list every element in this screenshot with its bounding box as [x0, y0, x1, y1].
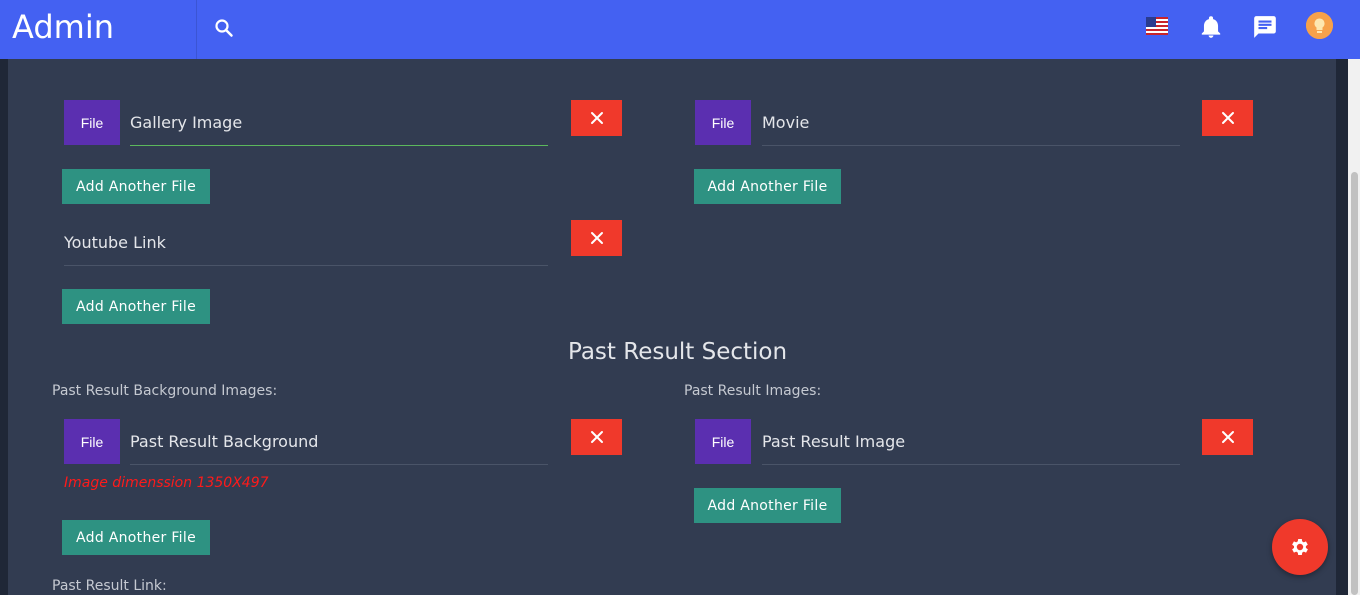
youtube-delete-button[interactable]: [571, 220, 622, 256]
scrollbar-thumb[interactable]: [1351, 172, 1358, 595]
search-icon[interactable]: [212, 16, 236, 40]
past-result-image-field[interactable]: Past Result Image: [762, 419, 1180, 465]
youtube-add-file-button[interactable]: Add Another File: [62, 289, 210, 324]
close-icon: [590, 232, 603, 244]
past-result-background-label: Past Result Background Images:: [52, 383, 278, 399]
gallery-delete-button[interactable]: [571, 100, 622, 136]
settings-fab-button[interactable]: [1272, 519, 1328, 575]
close-icon: [590, 112, 603, 124]
brand-divider: [196, 0, 197, 59]
movie-file-button[interactable]: File: [695, 100, 751, 145]
movie-delete-button[interactable]: [1202, 100, 1253, 136]
top-navbar: Admin: [0, 0, 1360, 59]
close-icon: [590, 431, 603, 443]
bell-icon[interactable]: [1198, 14, 1224, 40]
past-result-image-delete-button[interactable]: [1202, 419, 1253, 455]
us-flag-icon[interactable]: [1146, 17, 1168, 35]
section-title: Past Result Section: [568, 339, 788, 365]
close-icon: [1221, 112, 1234, 124]
gear-icon: [1292, 539, 1308, 555]
movie-add-file-button[interactable]: Add Another File: [694, 169, 841, 204]
brand-logo[interactable]: Admin: [12, 8, 114, 46]
past-result-link-label: Past Result Link:: [52, 578, 167, 594]
chat-icon[interactable]: [1252, 14, 1278, 40]
gallery-add-file-button[interactable]: Add Another File: [62, 169, 210, 204]
past-result-background-field[interactable]: Past Result Background: [130, 419, 548, 465]
past-result-image-file-button[interactable]: File: [695, 419, 751, 464]
past-result-background-add-file-button[interactable]: Add Another File: [62, 520, 210, 555]
gallery-file-button[interactable]: File: [64, 100, 120, 145]
close-icon: [1221, 431, 1234, 443]
movie-field[interactable]: Movie: [762, 100, 1180, 146]
avatar[interactable]: [1306, 12, 1333, 39]
image-dimension-hint: Image dimenssion 1350X497: [64, 475, 269, 491]
gallery-image-field[interactable]: Gallery Image: [130, 100, 548, 146]
past-result-images-label: Past Result Images:: [684, 383, 822, 399]
past-result-background-file-button[interactable]: File: [64, 419, 120, 464]
past-result-image-add-file-button[interactable]: Add Another File: [694, 488, 841, 523]
youtube-link-field[interactable]: Youtube Link: [64, 220, 548, 266]
past-result-background-delete-button[interactable]: [571, 419, 622, 455]
